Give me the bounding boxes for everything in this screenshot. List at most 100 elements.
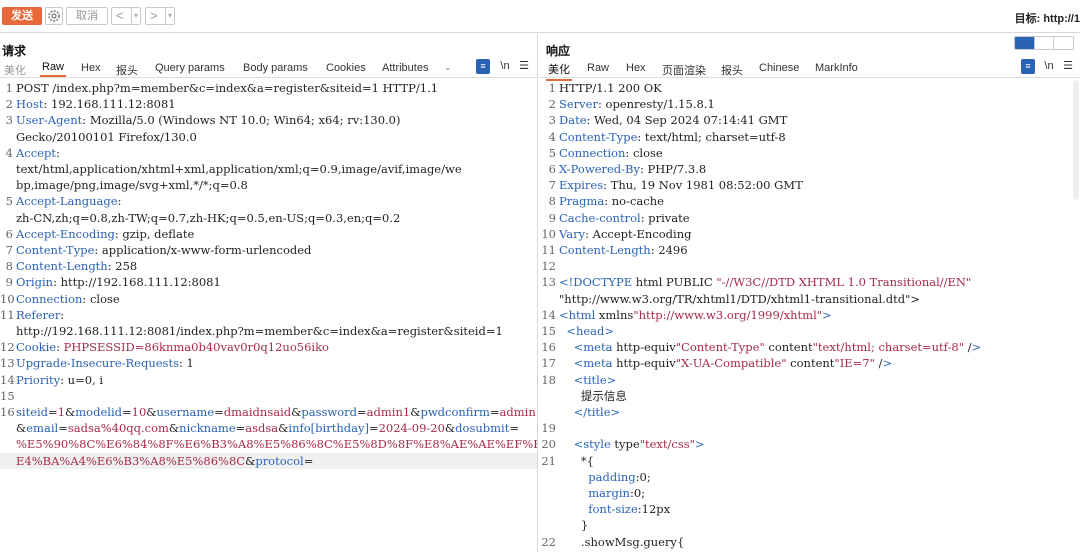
line-number: 11 [541,243,556,258]
line-number: 10 [541,226,556,241]
response-editor[interactable]: 1 HTTP/1.1 200 OK 2 Server: openresty/1.15.… [540,80,1080,552]
layout-split-icon[interactable] [1015,37,1035,49]
response-scrollbar[interactable] [1073,80,1079,200]
gear-icon [48,10,60,22]
code-line: 3 User-Agent: Mozilla/5.0 (Windows NT 10.… [0,112,537,128]
markup-string: "text/html; charset=utf-8" [812,340,965,355]
layout-single-icon[interactable] [1054,37,1073,49]
header-key: X-Powered-By [559,162,641,177]
response-panel: 响应 美化 Raw Hex 页面渲染 报头 Chinese MarkInfo ≡… [540,34,1080,552]
line-number: 16 [541,340,556,355]
code-line: 3 Date: Wed, 04 Sep 2024 07:14:41 GMT [540,112,1080,128]
header-key: Content-Type [559,129,638,144]
back-button[interactable]: < ▾ [111,7,141,25]
param-key: protocol [255,453,304,468]
code-line: 5 Connection: close [540,145,1080,161]
param-value: %E5%90%8C%E6%84%8F%E6%B3%A8%E5%86%8C%E5%… [16,437,537,452]
tab-query-params[interactable]: Query params [155,62,225,74]
markup-tag: > [822,307,832,322]
tab-hex[interactable]: Hex [626,62,646,74]
code-line: 7 Content-Type: application/x-www-form-ur… [0,242,537,258]
cookie-value: PHPSESSID=86knma0b40vav0r0q12uo56iko [63,340,329,355]
header-value: : Accept-Encoding [585,226,692,241]
wrap-lines-icon[interactable]: ≡ [476,59,490,74]
wrap-lines-icon[interactable]: ≡ [1021,59,1035,74]
code-line: 4 Accept: [0,145,537,161]
css-property: padding [588,469,636,484]
param-value: dmaidnsaid [223,405,292,420]
tab-cookies[interactable]: Cookies [326,62,366,74]
line-number: 7 [5,243,13,258]
menu-icon[interactable]: ☰ [518,59,530,74]
param-key: modelid [75,405,122,420]
code-line: "http://www.w3.org/TR/xhtml1/DTD/xhtml1-… [559,291,921,306]
param-value: asdsa [245,421,279,436]
layout-toggle[interactable] [1014,36,1074,50]
chevron-down-icon[interactable]: ⌄ [444,62,452,73]
code-line: 11 Referer: [0,307,537,323]
cancel-button[interactable]: 取消 [66,7,108,25]
code-line: 8 Pragma: no-cache [540,193,1080,209]
header-key: Vary [559,226,586,241]
layout-horizontal-icon[interactable] [1035,37,1055,49]
code-line: 6 Accept-Encoding: gzip, deflate [0,226,537,242]
line-number: 8 [548,194,556,209]
param-key: info[birthday] [288,421,369,436]
header-key: Server [559,97,598,112]
tab-raw[interactable]: Raw [40,61,67,77]
css-property: margin [588,486,630,501]
tab-pretty[interactable]: 美化 [546,61,572,81]
line-number: 19 [541,421,556,436]
header-value: : http://192.168.111.12:8081 [53,275,221,290]
markup-tag: > [606,372,617,387]
line-number: 6 [5,226,13,241]
line-number: 3 [5,113,13,128]
forward-arrow-icon: > [150,8,158,23]
line-number: 4 [5,145,13,160]
line-number: 2 [548,97,556,112]
request-editor[interactable]: 1 POST /index.php?m=member&c=index&a=regi… [0,80,537,552]
tab-hex[interactable]: Hex [81,62,101,74]
code-line: 10 Vary: Accept-Encoding [540,226,1080,242]
tab-pretty[interactable]: 美化 [4,62,26,78]
line-number: 5 [548,145,556,160]
code-line: %E5%90%8C%E6%84%8F%E6%B3%A8%E5%86%8C%E5%… [0,436,537,452]
header-value: : PHP/7.3.8 [640,162,707,177]
line-number: 6 [548,162,556,177]
markup-tag: <meta [573,340,613,355]
header-value: : close [82,291,120,306]
send-button[interactable]: 发送 [2,7,42,25]
newline-toggle-icon[interactable]: \n [1042,59,1056,74]
tab-headers[interactable]: 报头 [116,62,138,78]
tab-body-params[interactable]: Body params [243,62,308,74]
code-line: text/html,application/xhtml+xml,applicat… [16,162,462,177]
code-line: 13 <!DOCTYPE html PUBLIC "-//W3C//DTD XHT… [541,275,972,290]
newline-toggle-icon[interactable]: \n [498,59,512,74]
param-key: siteid [16,405,49,420]
code-line: 7 Expires: Thu, 19 Nov 1981 08:52:00 GMT [540,177,1080,193]
code-line: 2 Host: 192.168.111.12:8081 [0,96,537,112]
tab-chinese[interactable]: Chinese [759,62,799,74]
request-title: 请求 [2,44,27,58]
tab-raw[interactable]: Raw [587,62,609,74]
tab-markinfo[interactable]: MarkInfo [815,62,858,74]
header-value: : close [625,145,663,160]
line-number: 16 [0,405,15,420]
code-line: 15 <head> [540,323,1080,339]
tab-attributes[interactable]: Attributes [382,62,428,74]
tab-render[interactable]: 页面渲染 [662,62,706,78]
header-value: : openresty/1.15.8.1 [597,97,715,112]
settings-gear-button[interactable] [45,7,63,25]
menu-icon[interactable]: ☰ [1062,59,1074,74]
line-number: 4 [548,129,556,144]
header-value: : Wed, 04 Sep 2024 07:14:41 GMT [586,113,788,128]
line-number: 17 [541,356,556,371]
header-value: : [55,145,60,160]
tab-headers[interactable]: 报头 [721,62,743,78]
code-line: font-size:12px [588,502,671,517]
code-line: 18 <title> [540,372,1080,388]
param-value: 1 [57,405,66,420]
code-line: E4%BA%A4%E6%B3%A8%E5%86%8C&protocol= [0,452,537,469]
target-label[interactable]: 目标: http://1 [1015,10,1080,26]
forward-button[interactable]: > ▾ [145,7,175,25]
